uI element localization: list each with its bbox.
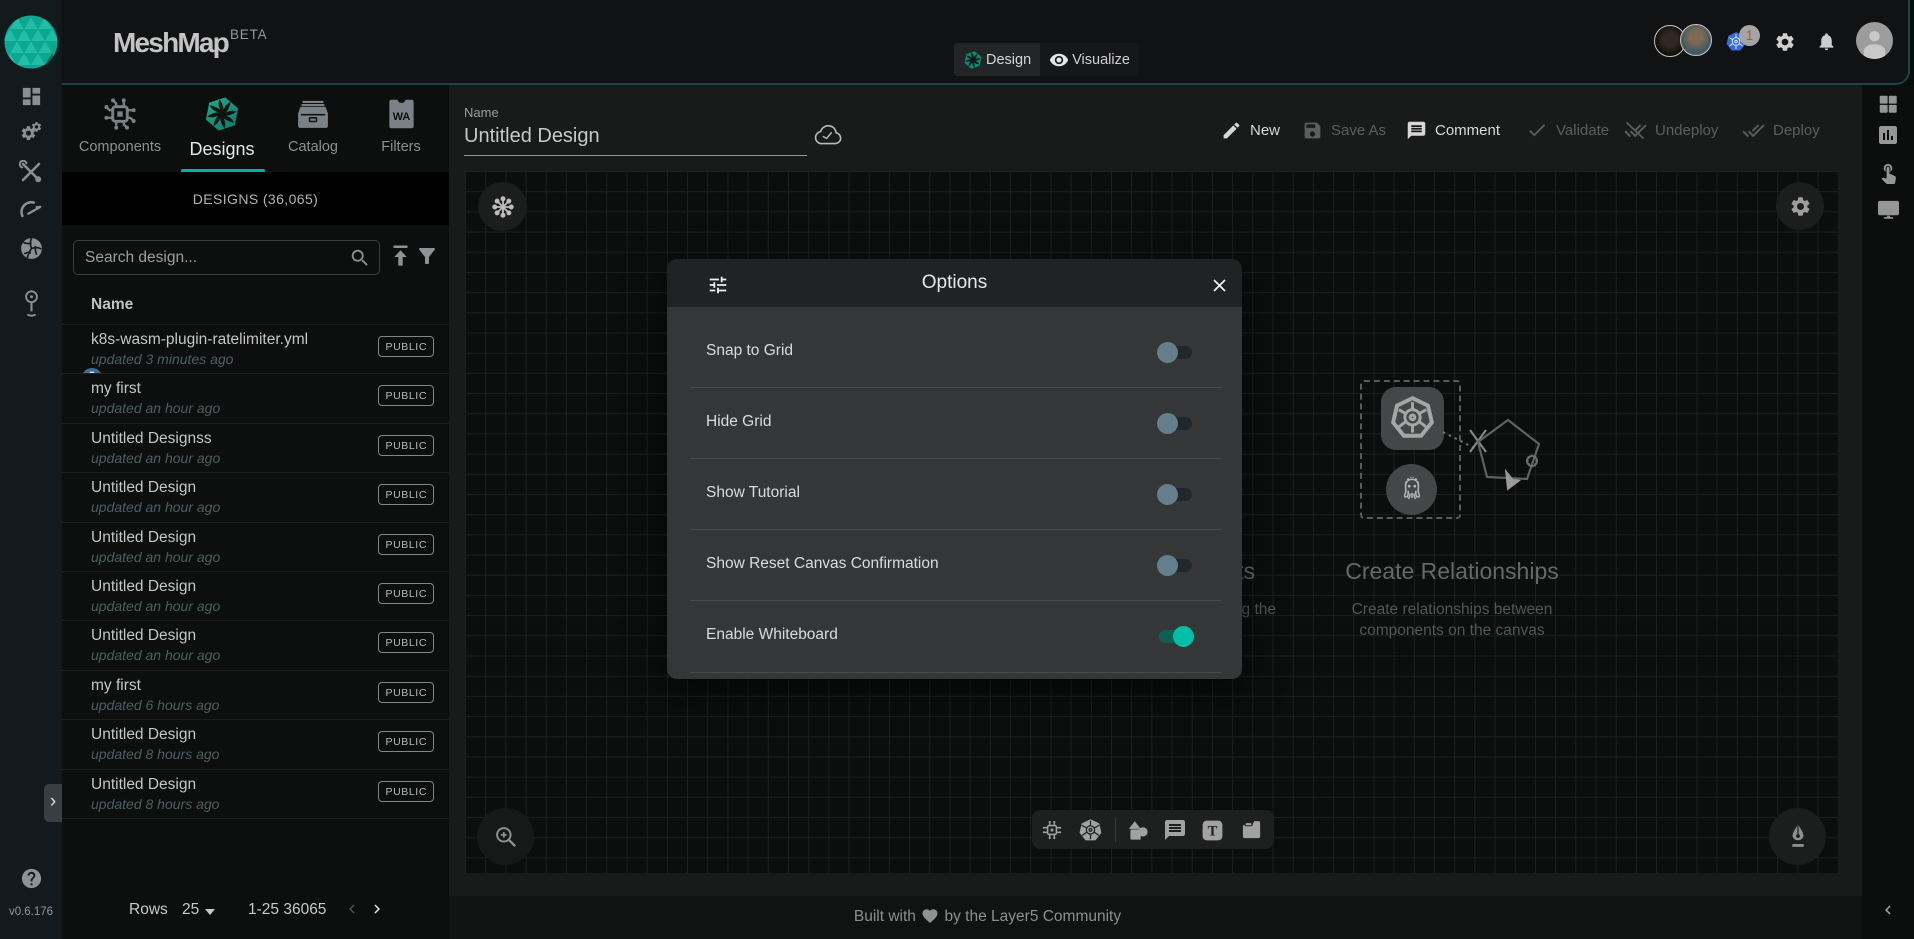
svg-text:WA: WA (392, 111, 410, 123)
svg-text:T: T (1208, 824, 1218, 840)
